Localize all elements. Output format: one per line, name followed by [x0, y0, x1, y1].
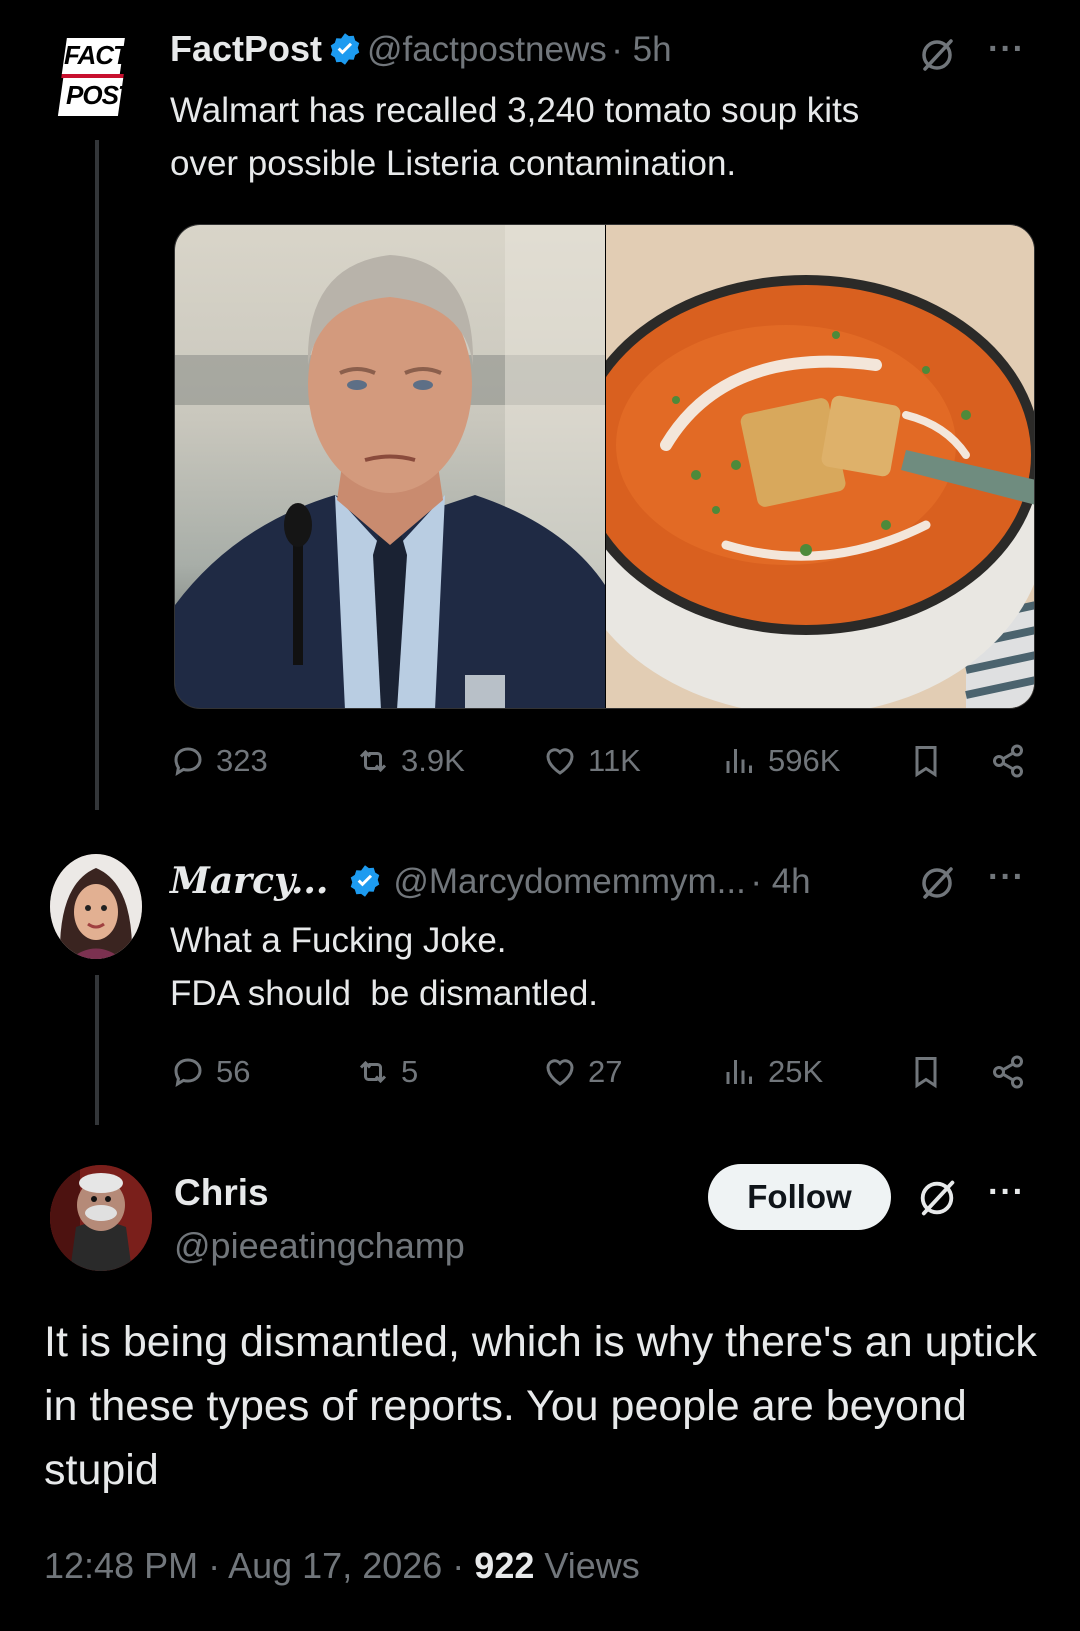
more-icon[interactable]: ··· — [988, 30, 1025, 69]
factpost-avatar[interactable]: FACT POST — [50, 30, 142, 122]
marcy-avatar[interactable] — [50, 854, 142, 959]
repost-button[interactable]: 5 — [355, 1054, 418, 1090]
like-icon — [546, 748, 574, 775]
share-icon — [993, 1055, 1023, 1089]
views-count: 25K — [768, 1054, 824, 1089]
bookmark-icon — [915, 746, 937, 778]
reply-count: 323 — [216, 743, 268, 778]
reply-button[interactable]: 56 — [170, 1054, 250, 1090]
author-handle[interactable]: @Marcydomemmym... — [393, 862, 746, 901]
grok-icon[interactable] — [914, 32, 960, 78]
grok-icon[interactable] — [914, 1175, 960, 1221]
reply-icon — [174, 747, 202, 776]
media-image-portrait[interactable] — [175, 225, 605, 708]
tweet-meta: 12:48 PM · Aug 17, 2026 · 922 Views — [44, 1545, 640, 1587]
author-handle[interactable]: @pieeatingchamp — [174, 1225, 465, 1267]
like-count: 11K — [588, 743, 641, 778]
repost-icon — [359, 1060, 387, 1084]
follow-button[interactable]: Follow — [708, 1164, 891, 1230]
reply-count: 56 — [216, 1054, 251, 1089]
tweet2-actions: 56 5 27 25K — [170, 1054, 1040, 1104]
repost-button[interactable]: 3.9K — [355, 743, 465, 779]
tweet1-header: FactPost @factpostnews · 5h — [170, 28, 672, 70]
tweet-time[interactable]: · 5h — [611, 30, 671, 69]
tweet2-header: Marcy... @Marcydomemmym... · 4h — [170, 860, 811, 902]
avatar-text-top: FACT — [64, 40, 129, 70]
author-name[interactable]: Chris — [174, 1172, 269, 1214]
views-label: Views — [544, 1545, 640, 1586]
reply-button[interactable]: 323 — [170, 743, 268, 779]
avatar-text-bottom: POST — [66, 80, 134, 110]
grok-icon[interactable] — [914, 860, 960, 906]
media-image-soup[interactable] — [566, 225, 1034, 708]
views-count: 596K — [768, 743, 841, 778]
share-icon — [993, 744, 1023, 778]
share-button[interactable] — [990, 1054, 1026, 1090]
repost-icon — [359, 749, 387, 773]
like-count: 27 — [588, 1054, 623, 1089]
tweet1-media[interactable] — [174, 224, 1035, 709]
tweet1-actions: 323 3.9K 11K 596K — [170, 743, 1040, 793]
views-icon — [726, 1060, 752, 1084]
like-icon — [546, 1059, 574, 1086]
thread-line-1 — [95, 140, 99, 810]
like-button[interactable]: 27 — [542, 1054, 622, 1090]
thread-line-2 — [95, 975, 99, 1125]
tweet2-text-line1: What a Fucking Joke. — [170, 921, 507, 960]
tweet3-text: It is being dismantled, which is why the… — [44, 1318, 1037, 1494]
tweet-time[interactable]: · 4h — [750, 862, 810, 901]
tweet1-text-line1: Walmart has recalled 3,240 tomato soup k… — [170, 91, 860, 130]
author-name[interactable]: FactPost — [170, 28, 322, 69]
bookmark-button[interactable] — [908, 743, 944, 779]
repost-count: 5 — [401, 1054, 419, 1089]
author-name[interactable]: Marcy... — [170, 860, 328, 902]
views-icon — [726, 749, 752, 773]
more-icon[interactable]: ··· — [988, 1173, 1025, 1212]
more-icon[interactable]: ··· — [988, 858, 1025, 897]
views-button[interactable]: 25K — [722, 1054, 823, 1090]
bookmark-button[interactable] — [908, 1054, 944, 1090]
verified-badge-icon — [350, 865, 380, 897]
tweet2-text-line2: FDA should be dismantled. — [170, 974, 599, 1013]
chris-avatar[interactable] — [50, 1165, 152, 1271]
bookmark-icon — [915, 1057, 937, 1089]
tweet1-text-line2: over possible Listeria contamination. — [170, 144, 737, 183]
tweet-timestamp[interactable]: 12:48 PM · Aug 17, 2026 · — [44, 1545, 464, 1586]
like-button[interactable]: 11K — [542, 743, 641, 779]
repost-count: 3.9K — [401, 743, 465, 778]
views-count: 922 — [474, 1545, 535, 1586]
views-button[interactable]: 596K — [722, 743, 840, 779]
verified-badge-icon — [330, 33, 359, 65]
author-handle[interactable]: @factpostnews — [367, 30, 607, 69]
share-button[interactable] — [990, 743, 1026, 779]
reply-icon — [174, 1058, 202, 1087]
